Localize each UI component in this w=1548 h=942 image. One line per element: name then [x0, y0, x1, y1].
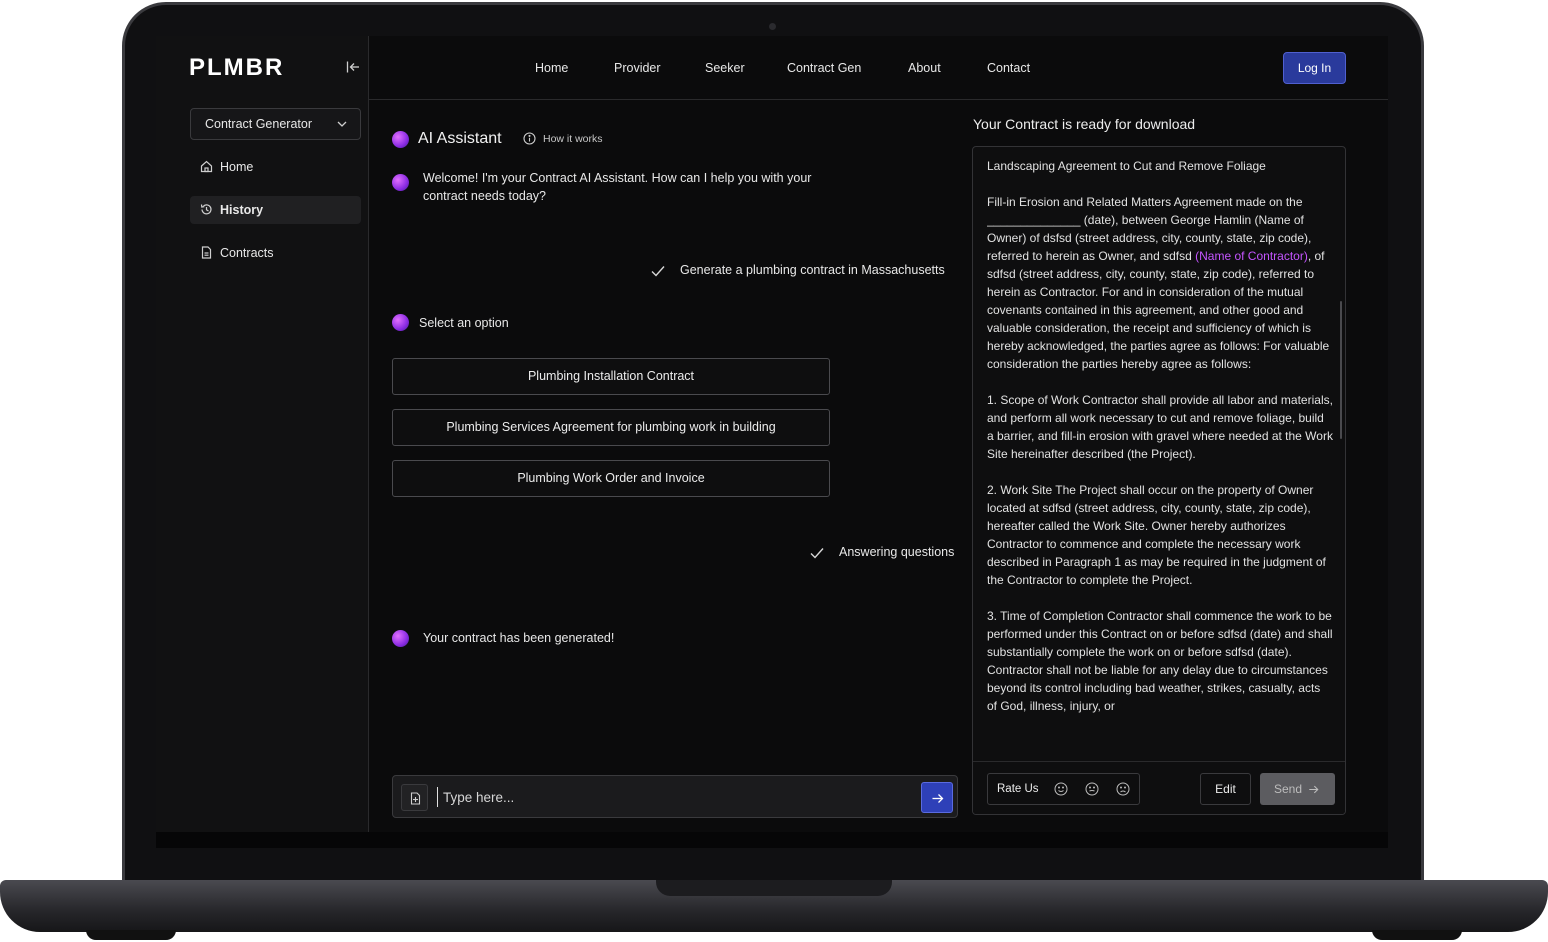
laptop-notch: [656, 880, 892, 896]
contract-intro: Fill-in Erosion and Related Matters Agre…: [987, 193, 1333, 373]
contract-section-1: 1. Scope of Work Contractor shall provid…: [987, 393, 1333, 461]
collapse-sidebar-icon[interactable]: [346, 60, 360, 74]
option-services-agreement[interactable]: Plumbing Services Agreement for plumbing…: [392, 409, 830, 446]
contract-document: Landscaping Agreement to Cut and Remove …: [987, 157, 1333, 761]
check-icon: [651, 266, 665, 277]
assistant-avatar: [392, 174, 409, 191]
status-message: Answering questions: [809, 545, 954, 559]
contract-actions: Rate Us Edit Send: [973, 761, 1345, 814]
sidebar-item-contracts[interactable]: Contracts: [190, 239, 361, 267]
info-icon: [523, 132, 536, 145]
chevron-down-icon: [337, 121, 347, 127]
select-label: Contract Generator: [205, 117, 312, 131]
assistant-avatar: [392, 630, 409, 647]
bezel: [156, 832, 1388, 848]
nav-seeker[interactable]: Seeker: [705, 61, 745, 75]
rate-us-widget: Rate Us: [987, 773, 1140, 805]
contract-scrollbar[interactable]: [1340, 301, 1342, 439]
arrow-right-icon: [1309, 785, 1319, 794]
select-option-prompt: Select an option: [419, 316, 509, 330]
nav-contact[interactable]: Contact: [987, 61, 1030, 75]
how-it-works-link[interactable]: How it works: [523, 132, 603, 145]
assistant-welcome-message: Welcome! I'm your Contract AI Assistant.…: [423, 171, 812, 203]
check-icon: [810, 548, 824, 559]
send-contract-button[interactable]: Send: [1260, 773, 1335, 805]
send-message-button[interactable]: [921, 782, 953, 813]
file-upload-icon: [410, 792, 421, 805]
chat-input-bar: [392, 775, 958, 818]
sidebar-item-home[interactable]: Home: [190, 153, 361, 181]
neutral-face-icon[interactable]: [1085, 782, 1099, 796]
document-icon: [201, 246, 212, 259]
arrow-right-icon: [932, 794, 944, 803]
option-installation-contract[interactable]: Plumbing Installation Contract: [392, 358, 830, 395]
contract-intro-text: , of sdfsd (street address, city, county…: [987, 249, 1330, 371]
sidebar-item-history[interactable]: History: [190, 196, 361, 224]
generated-message: Your contract has been generated!: [423, 631, 615, 645]
chat-message-input[interactable]: [443, 784, 913, 810]
contract-ready-heading: Your Contract is ready for download: [973, 116, 1196, 132]
send-contract-label: Send: [1274, 782, 1303, 796]
app-screen: PLMBR Contract Generator Home History Co…: [156, 36, 1388, 832]
contract-generator-select[interactable]: Contract Generator: [190, 108, 361, 140]
contractor-name-placeholder[interactable]: (Name of Contractor): [1195, 249, 1308, 263]
contract-title: Landscaping Agreement to Cut and Remove …: [987, 159, 1266, 173]
edit-contract-button[interactable]: Edit: [1200, 773, 1251, 805]
sidebar-item-label: Home: [220, 160, 254, 174]
sidebar-item-label: Contracts: [220, 246, 274, 260]
nav-provider[interactable]: Provider: [614, 61, 661, 75]
user-message-text: Generate a plumbing contract in Massachu…: [680, 263, 945, 277]
text-caret: [437, 787, 438, 807]
nav-contract-gen[interactable]: Contract Gen: [787, 61, 861, 75]
laptop-foot: [86, 930, 176, 940]
contract-section-3: 3. Time of Completion Contractor shall c…: [987, 609, 1333, 713]
nav-about[interactable]: About: [908, 61, 941, 75]
sidebar-item-label: History: [220, 203, 264, 217]
laptop-foot: [1372, 930, 1462, 940]
status-text: Answering questions: [839, 545, 955, 559]
contract-preview: Landscaping Agreement to Cut and Remove …: [972, 146, 1346, 815]
camera: [769, 23, 776, 30]
assistant-avatar: [392, 131, 409, 148]
user-message: Generate a plumbing contract in Massachu…: [650, 263, 945, 277]
sidebar: PLMBR Contract Generator Home History Co…: [156, 36, 369, 832]
attach-file-button[interactable]: [401, 784, 428, 811]
nav-home[interactable]: Home: [535, 61, 568, 75]
option-work-order-invoice[interactable]: Plumbing Work Order and Invoice: [392, 460, 830, 497]
how-it-works-label: How it works: [543, 133, 603, 145]
logo[interactable]: PLMBR: [189, 54, 284, 82]
history-icon: [200, 204, 212, 215]
assistant-title: AI Assistant: [418, 130, 502, 147]
rate-us-label: Rate Us: [997, 783, 1039, 795]
assistant-avatar: [392, 314, 409, 331]
top-navbar: Home Provider Seeker Contract Gen About …: [369, 36, 1388, 100]
smile-face-icon[interactable]: [1054, 782, 1068, 796]
home-icon: [200, 160, 213, 173]
sad-face-icon[interactable]: [1116, 782, 1130, 796]
contract-section-2: 2. Work Site The Project shall occur on …: [987, 483, 1326, 587]
login-button[interactable]: Log In: [1283, 52, 1346, 84]
